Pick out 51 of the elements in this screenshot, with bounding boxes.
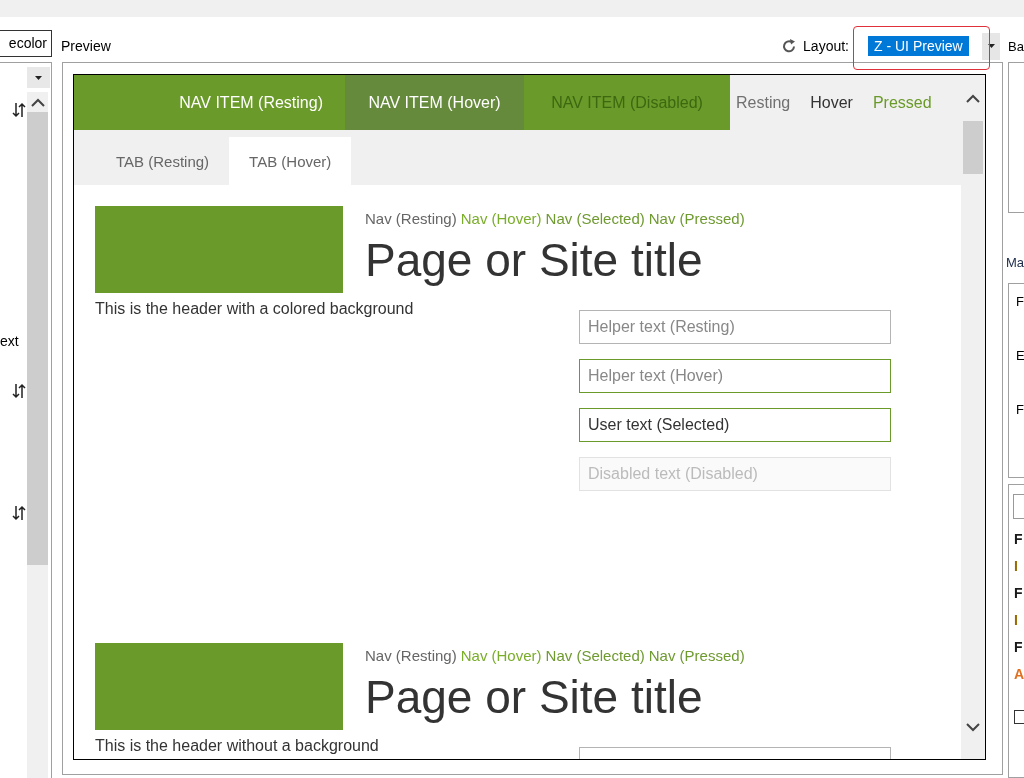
field-label: F: [1016, 402, 1024, 418]
nav-link[interactable]: Nav (Pressed): [648, 647, 745, 664]
group-label: Ma: [1006, 255, 1024, 271]
nav-link[interactable]: Nav (Resting): [365, 647, 457, 664]
text-field[interactable]: ecolor: [0, 30, 52, 57]
section-title: Preview: [61, 38, 111, 54]
input-field[interactable]: Helper text (Resting): [579, 310, 891, 344]
scrollbar[interactable]: [27, 92, 48, 778]
field-label: I: [1014, 558, 1018, 574]
input-field[interactable]: User text (Selected): [579, 408, 891, 442]
nav-link[interactable]: Pressed: [872, 93, 932, 112]
nav-link[interactable]: Nav (Hover): [460, 210, 542, 227]
nav-link[interactable]: Nav (Resting): [365, 210, 457, 227]
header-caption: This is the header without a background: [95, 736, 380, 756]
nav-link[interactable]: Nav (Selected): [545, 210, 645, 227]
group-label: Ba: [1008, 38, 1024, 54]
layout-dropdown[interactable]: Z - UI Preview: [855, 32, 1000, 60]
refresh-icon[interactable]: [781, 38, 798, 54]
input-field[interactable]: Helper text (Hover): [579, 359, 891, 393]
caret-icon: [35, 75, 42, 80]
field-label: E: [1016, 348, 1024, 364]
nav-link[interactable]: Nav (Hover): [460, 647, 542, 664]
header-caption: This is the header with a colored background: [95, 299, 415, 319]
scrollbar-thumb[interactable]: [963, 121, 983, 174]
caret-icon: [987, 44, 995, 48]
nav-link[interactable]: Nav (Pressed): [648, 210, 745, 227]
sort-icon[interactable]: [12, 102, 26, 118]
layout-label: Layout:: [803, 38, 849, 54]
scroll-up-icon[interactable]: [966, 93, 980, 103]
scroll-down-icon[interactable]: [966, 722, 980, 732]
scrollbar-thumb[interactable]: [27, 112, 48, 565]
tab[interactable]: TAB (Hover): [229, 137, 352, 185]
field-label: I: [1014, 612, 1018, 628]
dropdown-button[interactable]: [27, 67, 50, 88]
scrollbar[interactable]: [961, 75, 985, 759]
field-label: ext: [0, 333, 19, 349]
nav-link[interactable]: Resting: [736, 93, 791, 112]
nav-link[interactable]: Hover: [810, 93, 853, 112]
tab[interactable]: TAB (Resting): [96, 137, 230, 185]
field-label: F: [1014, 585, 1023, 601]
sort-icon[interactable]: [12, 505, 26, 521]
nav-link[interactable]: Nav (Selected): [545, 647, 645, 664]
sort-icon[interactable]: [12, 383, 26, 399]
checkbox[interactable]: [1014, 710, 1024, 724]
field-label: F: [1014, 639, 1023, 655]
nav-item[interactable]: NAV ITEM (Resting): [74, 75, 345, 130]
field-label: A: [1014, 666, 1024, 682]
scroll-up-icon[interactable]: [30, 97, 45, 107]
field-label: F: [1014, 531, 1023, 547]
nav-item[interactable]: NAV ITEM (Hover): [345, 75, 524, 130]
field-label: F: [1016, 294, 1024, 310]
